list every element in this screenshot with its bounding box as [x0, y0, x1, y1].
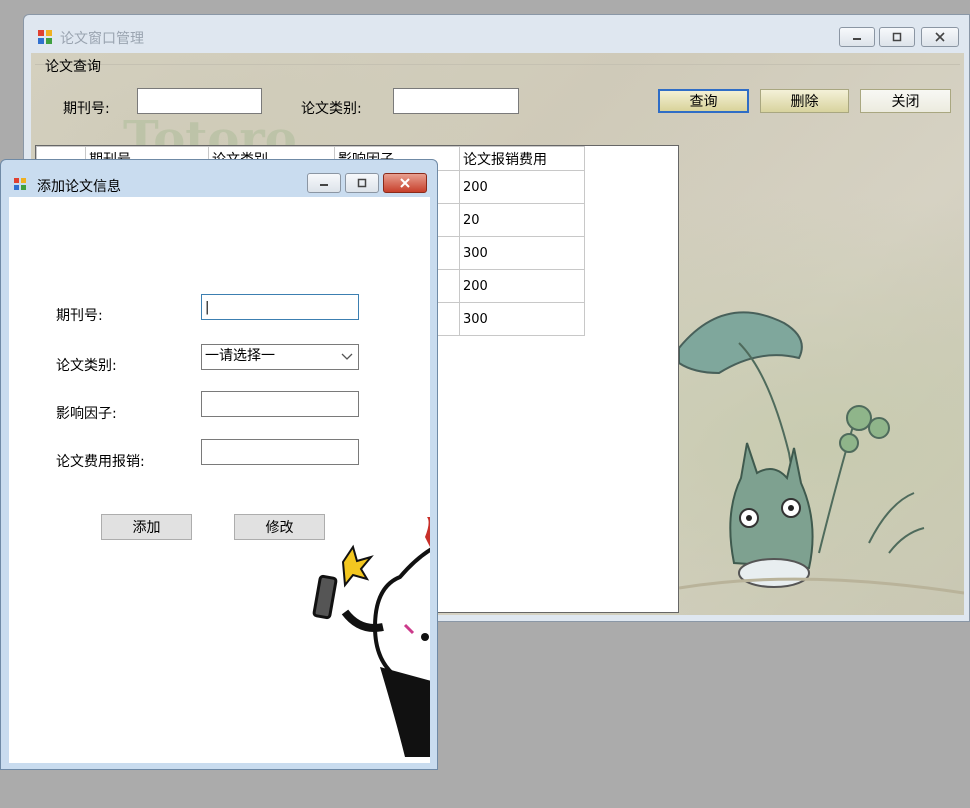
dialog-issue-input[interactable] [201, 294, 359, 320]
add-button[interactable]: 添加 [101, 514, 192, 540]
dialog-close-button[interactable] [383, 173, 427, 193]
minimize-icon [320, 184, 328, 186]
close-button[interactable]: 关闭 [860, 89, 951, 113]
delete-button[interactable]: 删除 [760, 89, 849, 113]
fee-cell[interactable]: 300 [459, 302, 585, 336]
dialog-maximize-button[interactable] [345, 173, 379, 193]
dialog-category-combobox[interactable]: 一请选择一 [201, 344, 359, 370]
query-button[interactable]: 查询 [658, 89, 749, 113]
query-group-title: 论文查询 [45, 59, 101, 75]
fee-cell[interactable]: 20 [459, 203, 585, 237]
maximize-button[interactable] [879, 27, 915, 47]
dialog-app-icon [14, 178, 28, 192]
combobox-value: 一请选择一 [205, 348, 275, 364]
issue-label: 期刊号: [63, 101, 110, 117]
chevron-down-icon [341, 353, 353, 360]
add-paper-dialog: 添加论文信息 期刊号: 论文类别: 一请选择一 影响因子: 论文费用报销: 添加… [0, 159, 438, 770]
app-icon [38, 30, 54, 46]
fee-cell[interactable]: 200 [459, 170, 585, 204]
category-input[interactable] [393, 88, 519, 114]
dialog-title: 添加论文信息 [37, 179, 121, 195]
minimize-button[interactable] [839, 27, 875, 47]
minimize-icon [853, 38, 861, 40]
close-icon [400, 178, 410, 188]
dialog-fee-input[interactable] [201, 439, 359, 465]
dialog-impact-label: 影响因子: [56, 406, 117, 422]
maximize-icon [892, 32, 902, 42]
issue-input[interactable] [137, 88, 262, 114]
dialog-impact-input[interactable] [201, 391, 359, 417]
fee-cell[interactable]: 200 [459, 269, 585, 303]
main-window-title: 论文窗口管理 [60, 31, 144, 47]
maximize-icon [357, 178, 367, 188]
panda-cartoon-illustration [312, 517, 430, 757]
close-icon [935, 32, 945, 42]
close-window-button[interactable] [921, 27, 959, 47]
dialog-issue-label: 期刊号: [56, 308, 103, 324]
column-header-fee[interactable]: 论文报销费用 [459, 146, 585, 171]
fee-cell[interactable]: 300 [459, 236, 585, 270]
dialog-client-area: 期刊号: 论文类别: 一请选择一 影响因子: 论文费用报销: 添加 修改 [9, 197, 430, 763]
category-label: 论文类别: [301, 101, 362, 117]
dialog-category-label: 论文类别: [56, 358, 117, 374]
totoro-illustration [679, 311, 964, 595]
dialog-fee-label: 论文费用报销: [56, 454, 145, 470]
main-titlebar: 论文窗口管理 [24, 15, 969, 53]
dialog-minimize-button[interactable] [307, 173, 341, 193]
